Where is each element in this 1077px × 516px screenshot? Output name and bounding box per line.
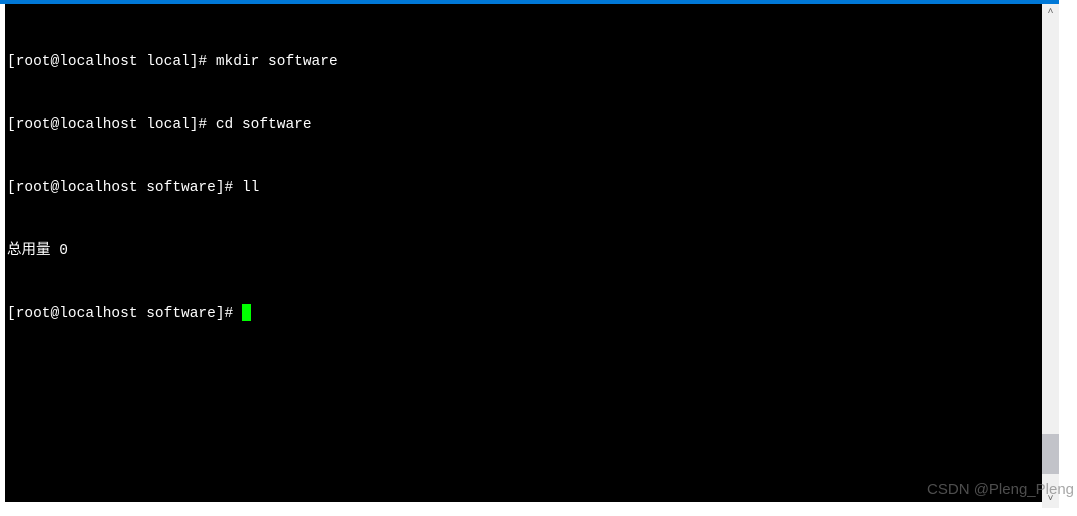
scrollbar-vertical[interactable]: ˄ ˅ (1042, 4, 1059, 508)
terminal-line: 总用量 0 (7, 241, 1052, 262)
shell-command: ll (242, 180, 259, 196)
terminal-line: [root@localhost local]# cd software (7, 115, 1052, 136)
terminal-line: [root@localhost software]# ll (7, 178, 1052, 199)
shell-prompt: [root@localhost software]# (7, 180, 242, 196)
terminal-line: [root@localhost software]# (7, 304, 1052, 325)
scroll-up-button[interactable]: ˄ (1042, 4, 1059, 21)
shell-prompt: [root@localhost local]# (7, 54, 216, 70)
shell-prompt: [root@localhost local]# (7, 117, 216, 133)
shell-command: mkdir software (216, 54, 338, 70)
shell-prompt: [root@localhost software]# (7, 306, 242, 322)
scroll-down-button[interactable]: ˅ (1042, 491, 1059, 508)
chevron-down-icon: ˅ (1047, 494, 1053, 505)
terminal-cursor (242, 304, 251, 321)
chevron-up-icon: ˄ (1047, 7, 1053, 18)
shell-output: 总用量 0 (7, 243, 68, 259)
scrollbar-thumb[interactable] (1042, 434, 1059, 474)
terminal-window: [root@localhost local]# mkdir software [… (0, 0, 1059, 508)
terminal-area[interactable]: [root@localhost local]# mkdir software [… (5, 4, 1054, 502)
shell-command: cd software (216, 117, 312, 133)
terminal-line: [root@localhost local]# mkdir software (7, 52, 1052, 73)
